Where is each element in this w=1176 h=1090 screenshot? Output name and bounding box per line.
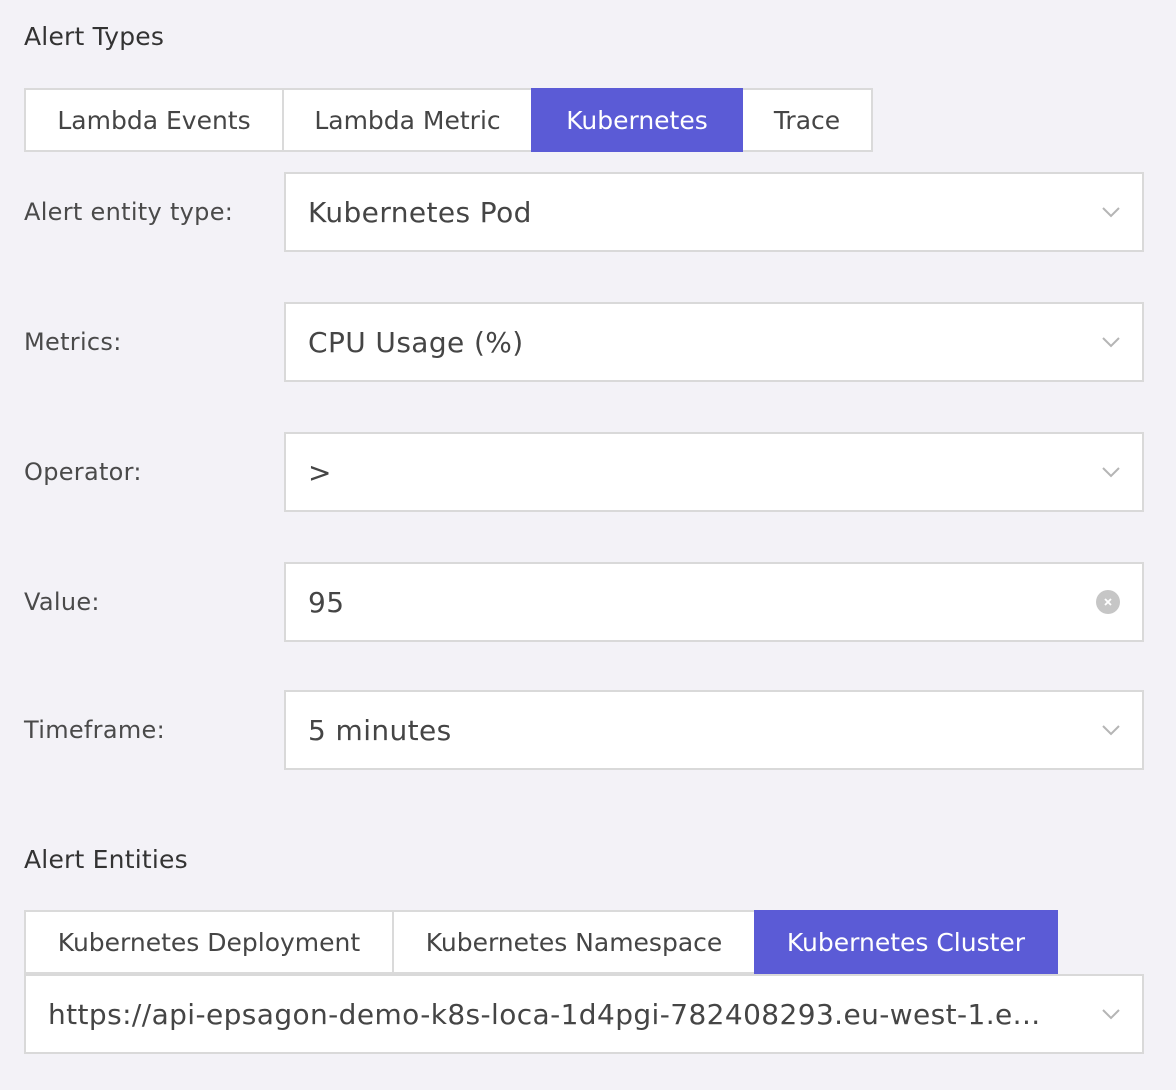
metrics-label: Metrics: <box>24 328 122 356</box>
entity-type-label: Alert entity type: <box>24 198 234 226</box>
timeframe-select[interactable]: 5 minutes <box>284 690 1144 770</box>
alert-entities-tabs: Kubernetes Deployment Kubernetes Namespa… <box>24 910 1058 974</box>
chevron-down-icon <box>1102 725 1120 736</box>
metrics-select[interactable]: CPU Usage (%) <box>284 302 1144 382</box>
entity-type-select[interactable]: Kubernetes Pod <box>284 172 1144 252</box>
entity-type-value: Kubernetes Pod <box>308 195 532 229</box>
cluster-select[interactable]: https://api-epsagon-demo-k8s-loca-1d4pgi… <box>24 974 1144 1054</box>
timeframe-label: Timeframe: <box>24 716 165 744</box>
cluster-value: https://api-epsagon-demo-k8s-loca-1d4pgi… <box>48 997 1041 1031</box>
alert-types-title: Alert Types <box>24 22 165 51</box>
tab-lambda-events[interactable]: Lambda Events <box>24 88 284 152</box>
tab-lambda-metric[interactable]: Lambda Metric <box>282 88 533 152</box>
chevron-down-icon <box>1102 467 1120 478</box>
tab-kubernetes-deployment[interactable]: Kubernetes Deployment <box>24 910 394 974</box>
operator-select[interactable]: > <box>284 432 1144 512</box>
tab-kubernetes[interactable]: Kubernetes <box>531 88 743 152</box>
value-text: 95 <box>308 585 345 619</box>
alert-types-tabs: Lambda Events Lambda Metric Kubernetes T… <box>24 88 873 152</box>
chevron-down-icon <box>1102 337 1120 348</box>
tab-kubernetes-namespace[interactable]: Kubernetes Namespace <box>392 910 756 974</box>
value-label: Value: <box>24 588 100 616</box>
tab-kubernetes-cluster[interactable]: Kubernetes Cluster <box>754 910 1058 974</box>
chevron-down-icon <box>1102 1009 1120 1020</box>
metrics-value: CPU Usage (%) <box>308 325 524 359</box>
operator-value: > <box>308 455 332 489</box>
value-input[interactable]: 95 <box>284 562 1144 642</box>
alert-entities-title: Alert Entities <box>24 845 188 874</box>
timeframe-value: 5 minutes <box>308 713 452 747</box>
tab-trace[interactable]: Trace <box>741 88 873 152</box>
chevron-down-icon <box>1102 207 1120 218</box>
operator-label: Operator: <box>24 458 142 486</box>
clear-circle-icon[interactable] <box>1096 590 1120 614</box>
